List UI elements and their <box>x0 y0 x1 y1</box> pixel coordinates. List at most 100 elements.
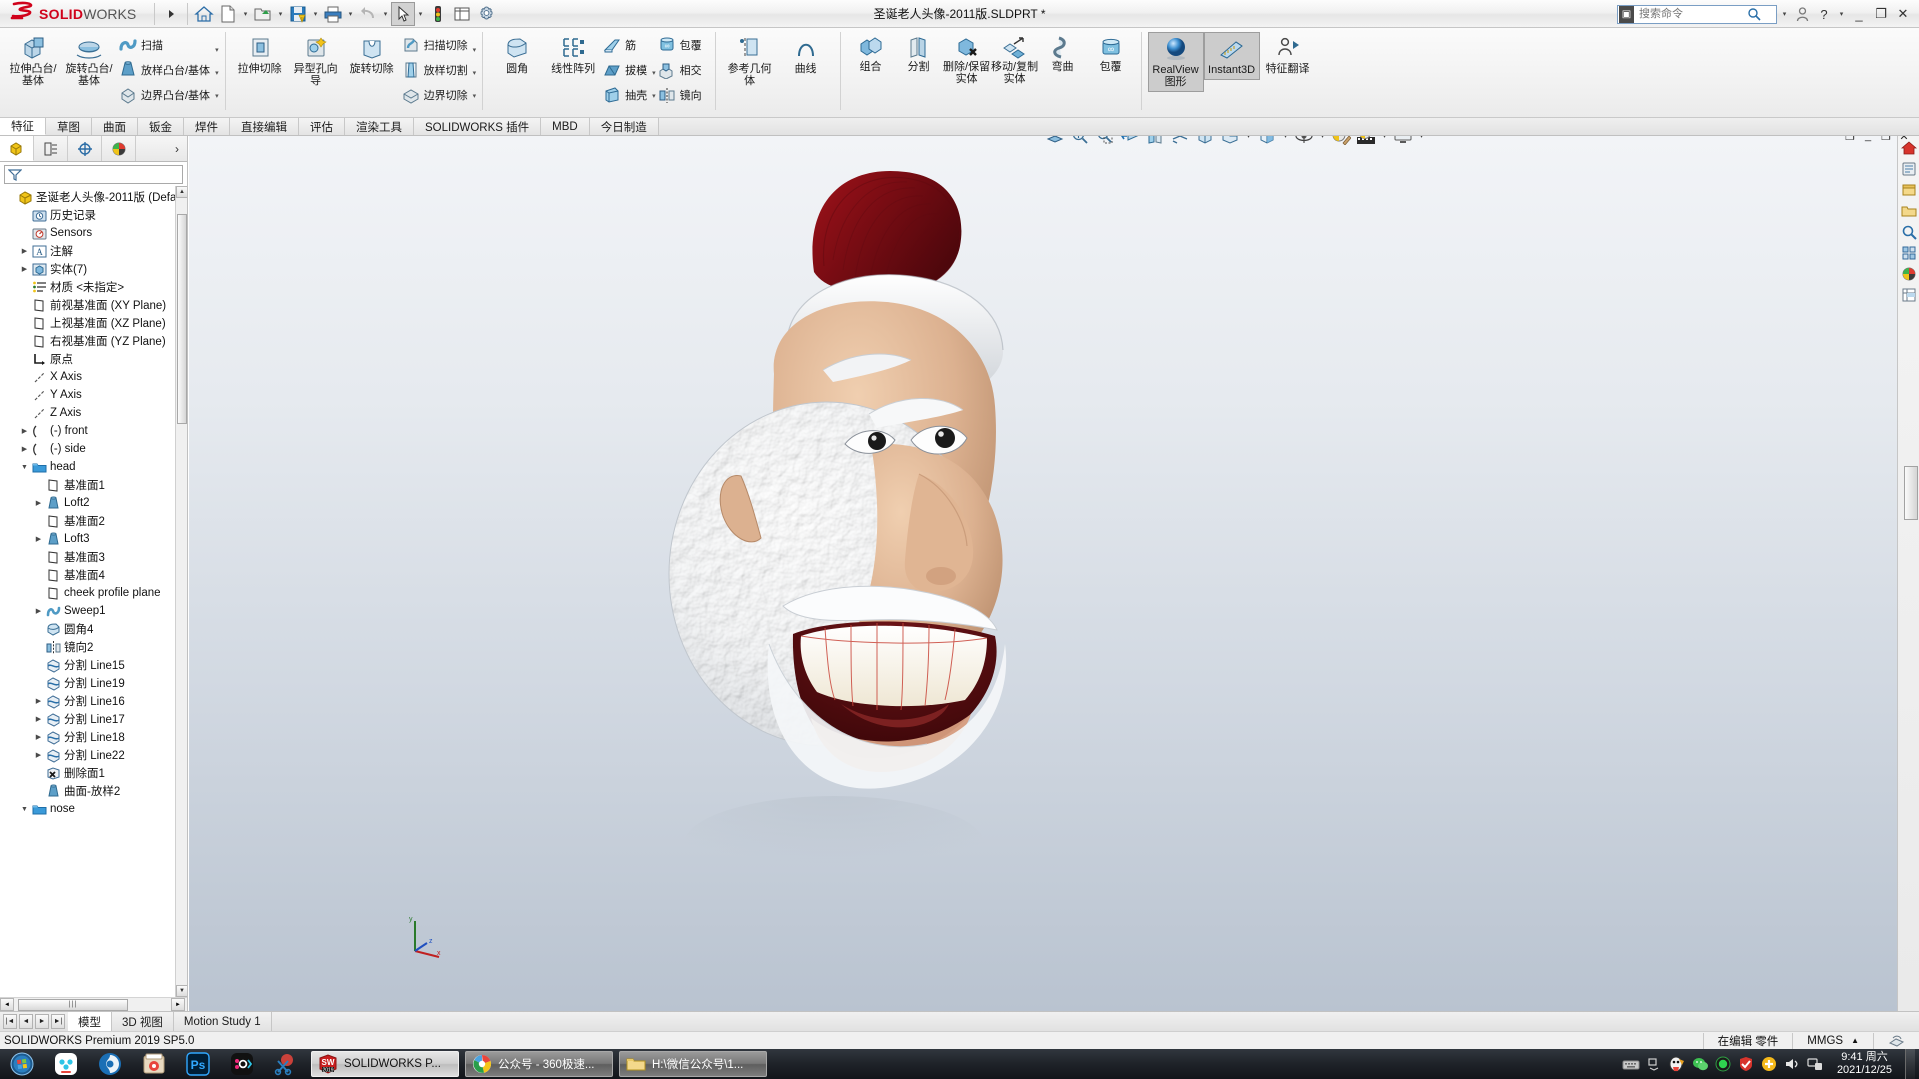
select-caret[interactable]: ▾ <box>415 10 426 18</box>
tree-item[interactable]: X Axis <box>0 368 187 386</box>
view-settings-button[interactable] <box>1293 136 1315 147</box>
home-button[interactable] <box>192 2 216 26</box>
help-caret[interactable]: ▾ <box>1836 10 1847 18</box>
realview-graphics-button[interactable]: RealView 图形 <box>1147 32 1204 92</box>
viewport-scrollbar-thumb[interactable] <box>1904 466 1918 520</box>
tree-expand-right-icon[interactable]: ▶ <box>18 247 31 255</box>
open-document-caret[interactable]: ▾ <box>275 10 286 18</box>
viewport-layout-caret[interactable]: ▾ <box>1417 136 1426 140</box>
tree-item[interactable]: ▶ (-) side <box>0 440 187 458</box>
hide-show-items-button[interactable] <box>1219 136 1241 147</box>
tree-item[interactable]: Z Axis <box>0 404 187 422</box>
bottom-tab-model[interactable]: 模型 <box>68 1012 112 1031</box>
tab-direct-editing[interactable]: 直接编辑 <box>230 118 299 135</box>
tree-item[interactable]: ▶ Sweep1 <box>0 602 187 620</box>
search-commands-box[interactable]: ▣ <box>1617 4 1777 24</box>
linear-pattern-button[interactable]: 线性阵列 <box>545 32 601 78</box>
display-style-button[interactable] <box>1194 136 1216 147</box>
tree-item[interactable]: 圆角4 <box>0 620 187 638</box>
dock-appearances-icon[interactable] <box>1900 265 1918 283</box>
dock-custom-properties-icon[interactable] <box>1900 286 1918 304</box>
zoom-to-fit-button[interactable] <box>1069 136 1091 147</box>
tray-network-icon[interactable] <box>1806 1055 1824 1073</box>
loft-boss-button[interactable]: 放样凸台/基体 <box>117 57 215 82</box>
tree-item[interactable]: ▶ Loft3 <box>0 530 187 548</box>
maximize-doc-button[interactable]: ❐ <box>1879 136 1893 143</box>
loft-caret[interactable]: ▾ <box>215 61 219 84</box>
first-tab-button[interactable]: |◄ <box>3 1014 17 1029</box>
santa-head-model[interactable] <box>619 144 1059 904</box>
tree-item[interactable]: 前视基准面 (XY Plane) <box>0 296 187 314</box>
sweep-cut-caret[interactable]: ▾ <box>473 38 477 61</box>
tree-expand-right-icon[interactable]: ▶ <box>32 733 45 741</box>
minimize-doc-button[interactable]: _ <box>1861 136 1875 143</box>
baidu-netdisk-button[interactable] <box>44 1049 88 1079</box>
tab-sketch[interactable]: 草图 <box>46 118 92 135</box>
search-input[interactable] <box>1637 7 1747 21</box>
tree-item[interactable]: 上视基准面 (XZ Plane) <box>0 314 187 332</box>
feature-tree-scrollbar[interactable]: ▲ ▼ <box>175 186 187 997</box>
show-desktop-button[interactable] <box>1905 1049 1915 1079</box>
tree-expand-right-icon[interactable]: ▶ <box>32 751 45 759</box>
tree-item[interactable]: ▶ (-) front <box>0 422 187 440</box>
tree-item[interactable]: ▶ 实体(7) <box>0 260 187 278</box>
scene-palette-caret[interactable]: ▾ <box>1380 136 1389 140</box>
tree-item[interactable]: 圣诞老人头像-2011版 (Default<< <box>0 188 187 206</box>
options-button[interactable] <box>474 2 498 26</box>
keyshot-button[interactable] <box>88 1049 132 1079</box>
tab-mbd[interactable]: MBD <box>541 118 590 135</box>
tree-item[interactable]: 基准面2 <box>0 512 187 530</box>
undo-caret[interactable]: ▾ <box>380 10 391 18</box>
taskbar-item-solidworks[interactable]: SW 2019 SOLIDWORKS P... <box>311 1051 459 1077</box>
tab-weldments[interactable]: 焊件 <box>184 118 230 135</box>
apply-scene-button[interactable] <box>1330 136 1352 147</box>
tree-expand-right-icon[interactable]: ▶ <box>32 715 45 723</box>
taskbar-clock[interactable]: 9:41 周六 2021/12/25 <box>1829 1051 1900 1077</box>
tree-expand-right-icon[interactable]: ▶ <box>18 427 31 435</box>
configuration-manager-tab[interactable] <box>68 136 102 161</box>
tree-scroll-up[interactable]: ▲ <box>176 186 187 198</box>
tree-item[interactable]: ▶ 分割 Line17 <box>0 710 187 728</box>
tree-expand-right-icon[interactable]: ▶ <box>32 499 45 507</box>
loft-cut-caret[interactable]: ▾ <box>473 61 477 84</box>
tray-overflow-icon[interactable] <box>1645 1055 1663 1073</box>
tree-item[interactable]: ▶ Loft2 <box>0 494 187 512</box>
view-settings-caret[interactable]: ▾ <box>1318 136 1327 140</box>
help-button[interactable]: ? <box>1814 2 1834 26</box>
feature-tree-filter[interactable] <box>4 165 183 184</box>
tree-item[interactable]: ▶ 分割 Line18 <box>0 728 187 746</box>
tray-qq-icon[interactable] <box>1668 1055 1686 1073</box>
scene-palette-button[interactable] <box>1355 136 1377 147</box>
photoshop-button[interactable]: Ps <box>176 1049 220 1079</box>
sweep-cut-button[interactable]: 扫描切除 <box>400 32 473 57</box>
tree-item[interactable]: 原点 <box>0 350 187 368</box>
tree-expand-down-icon[interactable]: ▼ <box>18 464 31 471</box>
tree-item[interactable]: 删除面1 <box>0 764 187 782</box>
dock-view-palette-icon[interactable] <box>1900 244 1918 262</box>
start-button[interactable] <box>0 1049 44 1079</box>
save-button[interactable]: ! <box>286 2 310 26</box>
move-copy-body-button[interactable]: 移动/复制实体 <box>991 32 1039 88</box>
combine-button[interactable]: 组合 <box>847 32 895 76</box>
feature-tree[interactable]: 圣诞老人头像-2011版 (Default<< 历史记录 Sensors ▶ A 注解 ▶ 实… <box>0 186 187 997</box>
tab-features[interactable]: 特征 <box>0 118 46 135</box>
curves-button[interactable]: 曲线 <box>778 32 834 78</box>
shell-button[interactable]: 抽壳 <box>601 82 652 107</box>
tab-evaluate[interactable]: 评估 <box>299 118 345 135</box>
tree-scroll-thumb[interactable] <box>177 214 187 424</box>
tree-item[interactable]: 基准面3 <box>0 548 187 566</box>
tree-item[interactable]: 历史记录 <box>0 206 187 224</box>
tray-keyboard-icon[interactable] <box>1622 1055 1640 1073</box>
taskbar-item-browser[interactable]: 公众号 - 360极速... <box>465 1051 613 1077</box>
zoom-to-area-button[interactable] <box>1094 136 1116 147</box>
boundary-caret[interactable]: ▾ <box>215 85 219 108</box>
tree-item[interactable]: 右视基准面 (YZ Plane) <box>0 332 187 350</box>
previous-view-button[interactable] <box>1119 136 1141 147</box>
tree-item[interactable]: 基准面4 <box>0 566 187 584</box>
section-view-button[interactable] <box>1044 136 1066 147</box>
manager-expand-arrow[interactable]: › <box>167 136 187 161</box>
revolve-boss-button[interactable]: 旋转凸台/基体 <box>61 32 117 90</box>
split-button[interactable]: 分割 <box>895 32 943 76</box>
print-button[interactable] <box>321 2 345 26</box>
search-caret[interactable]: ▾ <box>1779 10 1790 18</box>
